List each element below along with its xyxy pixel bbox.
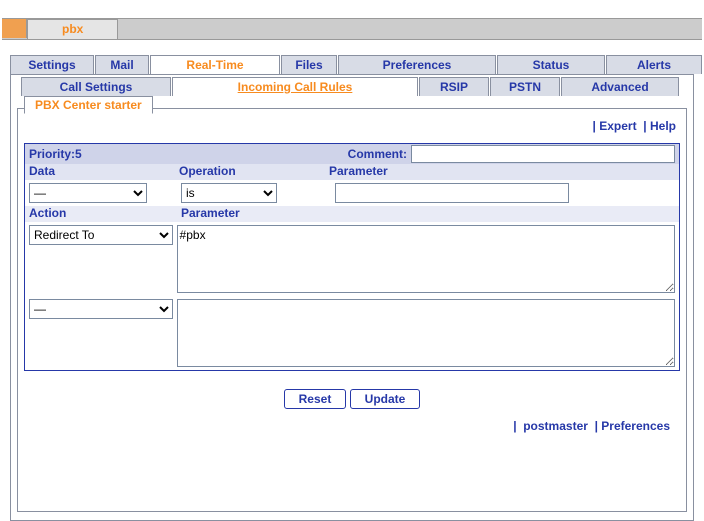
accent-bar — [2, 19, 27, 38]
tab-alerts[interactable]: Alerts — [606, 55, 702, 74]
col-header-parameter2: Parameter — [181, 206, 679, 222]
comment-label: Comment: — [348, 147, 407, 161]
panel-toolbar: | Expert | Help — [24, 115, 680, 143]
tab-rsip[interactable]: RSIP — [419, 77, 489, 96]
tab-mail[interactable]: Mail — [95, 55, 149, 74]
panel-footer: | postmaster | Preferences — [24, 413, 680, 433]
top-strip — [2, 0, 702, 19]
reset-button[interactable]: Reset — [284, 389, 347, 409]
panel-title-tab: PBX Center starter — [24, 96, 153, 114]
button-row: Reset Update — [24, 371, 680, 413]
main-nav: Settings Mail Real-Time Files Preference… — [2, 54, 702, 74]
update-button[interactable]: Update — [350, 389, 421, 409]
col-header-data: Data — [25, 164, 179, 180]
action-select[interactable]: Redirect To — [29, 225, 173, 245]
operation-select[interactable]: is — [181, 183, 277, 203]
context-tab-pbx[interactable]: pbx — [27, 19, 118, 39]
context-tab-row: pbx — [2, 19, 702, 40]
postmaster-link[interactable]: postmaster — [523, 419, 588, 433]
tab-settings[interactable]: Settings — [10, 55, 94, 74]
sub-nav: Call Settings Incoming Call Rules RSIP P… — [11, 76, 693, 96]
data-select[interactable]: — — [29, 183, 147, 203]
col-header-action: Action — [25, 206, 181, 222]
help-link[interactable]: Help — [650, 119, 676, 133]
subnav-container: Call Settings Incoming Call Rules RSIP P… — [10, 74, 694, 521]
col-header-operation: Operation — [179, 164, 329, 180]
action2-select[interactable]: — — [29, 299, 173, 319]
priority-label: Priority:5 — [25, 147, 82, 161]
tab-incoming-call-rules[interactable]: Incoming Call Rules — [172, 77, 418, 96]
panel: PBX Center starter | Expert | Help Prior… — [17, 108, 687, 512]
rule-form: Priority:5 Comment: Data Operation Param… — [24, 143, 680, 371]
tab-call-settings[interactable]: Call Settings — [21, 77, 171, 96]
parameter-input[interactable] — [335, 183, 569, 203]
action2-parameter-textarea[interactable] — [177, 299, 675, 367]
tab-files[interactable]: Files — [281, 55, 337, 74]
tab-status[interactable]: Status — [497, 55, 605, 74]
expert-link[interactable]: Expert — [599, 119, 636, 133]
tab-advanced[interactable]: Advanced — [561, 77, 679, 96]
tab-real-time[interactable]: Real-Time — [150, 55, 280, 74]
preferences-link[interactable]: Preferences — [601, 419, 670, 433]
comment-input[interactable] — [411, 145, 675, 163]
col-header-parameter: Parameter — [329, 164, 679, 180]
tab-preferences[interactable]: Preferences — [338, 55, 496, 74]
tab-pstn[interactable]: PSTN — [490, 77, 560, 96]
action-parameter-textarea[interactable] — [177, 225, 675, 293]
